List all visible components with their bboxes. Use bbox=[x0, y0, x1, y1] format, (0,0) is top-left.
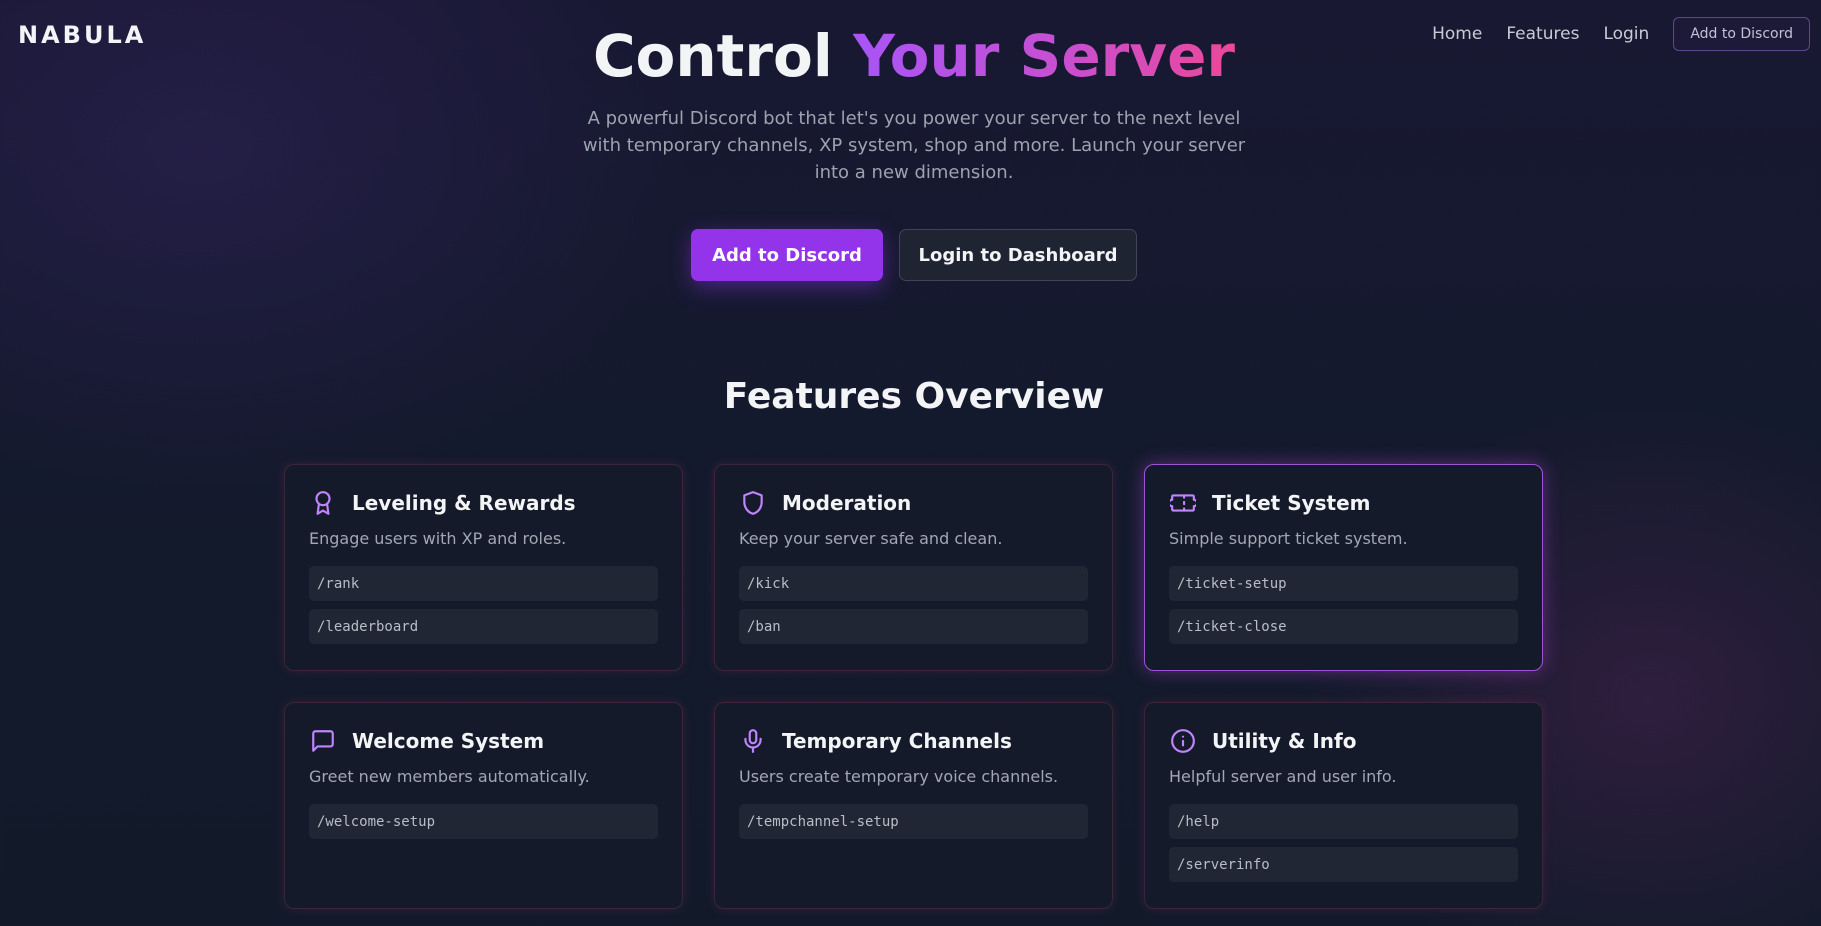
command-chip[interactable]: /kick bbox=[739, 566, 1088, 601]
award-icon bbox=[309, 489, 337, 517]
feature-card-temp-channels[interactable]: Temporary Channels Users create temporar… bbox=[714, 702, 1113, 909]
card-header: Leveling & Rewards bbox=[309, 487, 658, 519]
card-title: Leveling & Rewards bbox=[352, 491, 576, 515]
command-chip[interactable]: /leaderboard bbox=[309, 609, 658, 644]
card-description: Users create temporary voice channels. bbox=[739, 767, 1059, 786]
card-description: Simple support ticket system. bbox=[1169, 529, 1408, 548]
card-title: Utility & Info bbox=[1212, 729, 1357, 753]
card-header: Ticket System bbox=[1169, 487, 1518, 519]
feature-card-welcome[interactable]: Welcome System Greet new members automat… bbox=[284, 702, 683, 909]
hero-subtitle: A powerful Discord bot that let's you po… bbox=[582, 108, 1246, 183]
command-chip[interactable]: /ticket-setup bbox=[1169, 566, 1518, 601]
chat-bubble-icon bbox=[309, 727, 337, 755]
hero-title-plain: Control bbox=[592, 22, 833, 90]
feature-card-moderation[interactable]: Moderation Keep your server safe and cle… bbox=[714, 464, 1113, 671]
shield-icon bbox=[739, 489, 767, 517]
card-header: Moderation bbox=[739, 487, 1088, 519]
feature-card-leveling[interactable]: Leveling & Rewards Engage users with XP … bbox=[284, 464, 683, 671]
card-description: Engage users with XP and roles. bbox=[309, 529, 567, 548]
command-chip[interactable]: /help bbox=[1169, 804, 1518, 839]
card-title: Temporary Channels bbox=[782, 729, 1012, 753]
hero-button-group: Add to Discord Login to Dashboard bbox=[0, 229, 1821, 281]
features-grid: Leveling & Rewards Engage users with XP … bbox=[284, 464, 1544, 909]
feature-card-ticket[interactable]: Ticket System Simple support ticket syst… bbox=[1144, 464, 1543, 671]
login-to-dashboard-button[interactable]: Login to Dashboard bbox=[899, 229, 1137, 281]
feature-card-utility[interactable]: Utility & Info Helpful server and user i… bbox=[1144, 702, 1543, 909]
card-header: Temporary Channels bbox=[739, 725, 1088, 757]
card-header: Utility & Info bbox=[1169, 725, 1518, 757]
features-title: Features Overview bbox=[723, 376, 1105, 417]
info-icon bbox=[1169, 727, 1197, 755]
microphone-icon bbox=[739, 727, 767, 755]
command-chip[interactable]: /ban bbox=[739, 609, 1088, 644]
card-description: Helpful server and user info. bbox=[1169, 767, 1397, 786]
card-title: Moderation bbox=[782, 491, 912, 515]
add-to-discord-button[interactable]: Add to Discord bbox=[691, 229, 883, 281]
command-chip[interactable]: /tempchannel-setup bbox=[739, 804, 1088, 839]
card-title: Welcome System bbox=[352, 729, 545, 753]
command-chip[interactable]: /ticket-close bbox=[1169, 609, 1518, 644]
ticket-icon bbox=[1169, 489, 1197, 517]
card-description: Greet new members automatically. bbox=[309, 767, 590, 786]
command-chip[interactable]: /serverinfo bbox=[1169, 847, 1518, 882]
hero-title: Control Your Server bbox=[0, 20, 1821, 92]
card-description: Keep your server safe and clean. bbox=[739, 529, 1003, 548]
command-chip[interactable]: /welcome-setup bbox=[309, 804, 658, 839]
hero-title-accent: Your Server bbox=[852, 22, 1236, 90]
card-header: Welcome System bbox=[309, 725, 658, 757]
card-title: Ticket System bbox=[1212, 491, 1371, 515]
command-chip[interactable]: /rank bbox=[309, 566, 658, 601]
